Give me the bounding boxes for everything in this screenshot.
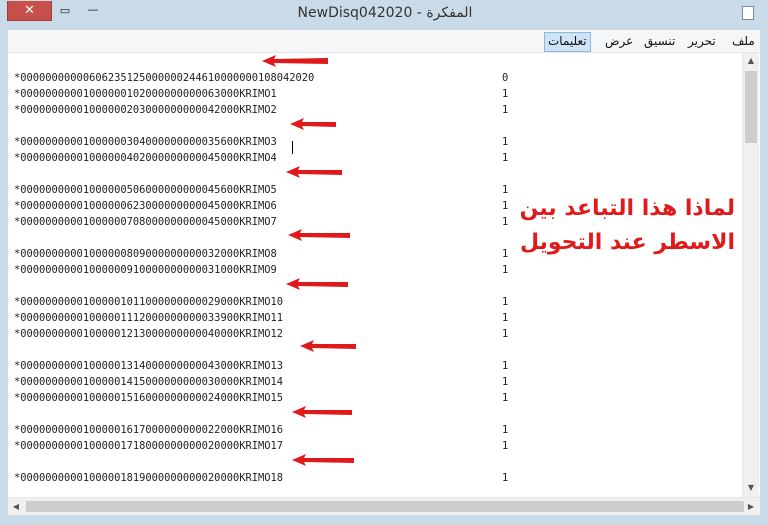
- chevron-left-icon: ◀: [12, 502, 20, 511]
- arrow-left-icon: [288, 229, 350, 241]
- chevron-up-icon: ▲: [747, 56, 755, 65]
- text-line: *00000000001000000708000000000045000KRIM…: [14, 216, 277, 228]
- menu-bar: ملف تحرير تنسيق عرض تعليمات: [8, 30, 760, 53]
- text-caret: [292, 141, 293, 154]
- minimize-icon: —: [87, 3, 99, 16]
- text-line: *00000000001000000910000000000031000KRIM…: [14, 264, 277, 276]
- arrow-left-icon: [286, 278, 348, 290]
- text-line: *00000000001000001617000000000022000KRIM…: [14, 424, 283, 436]
- menu-help[interactable]: تعليمات: [544, 32, 591, 52]
- line-quantity: 1: [502, 296, 509, 308]
- text-line: *00000000001000000506000000000045600KRIM…: [14, 184, 277, 196]
- notepad-window: { "window": { "title": "NewDisq042020 - …: [0, 0, 768, 525]
- menu-format[interactable]: تنسيق: [641, 32, 678, 50]
- annotation-text: لماذا هذا التباعد بين الاسطر عند التحويل: [505, 192, 735, 260]
- arrow-left-icon: [300, 340, 356, 352]
- text-line: *00000000001000000623000000000045000KRIM…: [14, 200, 277, 212]
- line-quantity: 1: [502, 360, 509, 372]
- line-quantity: 1: [502, 152, 509, 164]
- text-line: *00000000001000001718000000000020000KRIM…: [14, 440, 283, 452]
- line-quantity: 1: [502, 424, 509, 436]
- chevron-right-icon: ▶: [747, 502, 755, 511]
- arrow-left-icon: [292, 454, 354, 466]
- line-quantity: 1: [502, 312, 509, 324]
- line-quantity: 1: [502, 472, 509, 484]
- vertical-scrollbar[interactable]: ▲ ▼: [742, 53, 759, 497]
- annotation-line: لماذا هذا التباعد بين: [519, 196, 735, 221]
- scroll-up-button[interactable]: ▲: [743, 53, 759, 69]
- horizontal-scroll-thumb[interactable]: [26, 501, 744, 512]
- text-line: *00000000001000001314000000000043000KRIM…: [14, 360, 283, 372]
- menu-file[interactable]: ملف: [729, 32, 758, 50]
- line-quantity: 1: [502, 440, 509, 452]
- text-line: *00000000001000000102000000000063000KRIM…: [14, 88, 277, 100]
- text-line: *00000000001000001415000000000030000KRIM…: [14, 376, 283, 388]
- line-quantity: 1: [502, 264, 509, 276]
- window-title: NewDisq042020 - المفكرة: [297, 5, 473, 21]
- arrow-left-icon: [286, 166, 342, 178]
- vertical-scroll-thumb[interactable]: [745, 71, 757, 143]
- maximize-icon: ▭: [59, 4, 71, 17]
- notepad-icon[interactable]: [742, 6, 754, 20]
- arrow-left-icon: [292, 406, 352, 418]
- close-icon: ✕: [24, 3, 35, 18]
- text-line: *00000000001000000402000000000045000KRIM…: [14, 152, 277, 164]
- text-line: *00000000001000001011000000000029000KRIM…: [14, 296, 283, 308]
- minimize-button[interactable]: —: [83, 3, 103, 19]
- text-line: *00000000001000000809000000000032000KRIM…: [14, 248, 277, 260]
- line-quantity: 1: [502, 392, 509, 404]
- scroll-right-button[interactable]: ▶: [743, 498, 759, 515]
- text-line: *00000000001000001819000000000020000KRIM…: [14, 472, 283, 484]
- line-quantity: 0: [502, 72, 509, 84]
- text-line: *00000000001000001112000000000033900KRIM…: [14, 312, 283, 324]
- menu-view[interactable]: عرض: [602, 32, 636, 50]
- text-line: *00000000001000001516000000000024000KRIM…: [14, 392, 283, 404]
- line-quantity: 1: [502, 376, 509, 388]
- line-quantity: 1: [502, 88, 509, 100]
- chevron-down-icon: ▼: [747, 483, 755, 492]
- close-button[interactable]: ✕: [7, 1, 52, 21]
- arrow-left-icon: [290, 118, 336, 130]
- scroll-down-button[interactable]: ▼: [743, 480, 759, 496]
- scroll-left-button[interactable]: ◀: [8, 498, 24, 515]
- horizontal-scrollbar[interactable]: ◀ ▶: [8, 497, 760, 515]
- line-quantity: 1: [502, 136, 509, 148]
- line-quantity: 1: [502, 104, 509, 116]
- text-line: *00000000001000000304000000000035600KRIM…: [14, 136, 277, 148]
- text-line: *00000000001000000203000000000042000KRIM…: [14, 104, 277, 116]
- text-line: *000000000006062351250000002446100000001…: [14, 72, 315, 84]
- text-editor[interactable]: *000000000006062351250000002446100000001…: [8, 53, 760, 497]
- arrow-left-icon: [262, 55, 328, 67]
- maximize-button[interactable]: ▭: [55, 3, 75, 19]
- text-line: *00000000001000001213000000000040000KRIM…: [14, 328, 283, 340]
- menu-edit[interactable]: تحرير: [685, 32, 719, 50]
- line-quantity: 1: [502, 328, 509, 340]
- annotation-line: الاسطر عند التحويل: [519, 230, 735, 255]
- title-bar: ✕ ▭ — NewDisq042020 - المفكرة: [0, 0, 768, 30]
